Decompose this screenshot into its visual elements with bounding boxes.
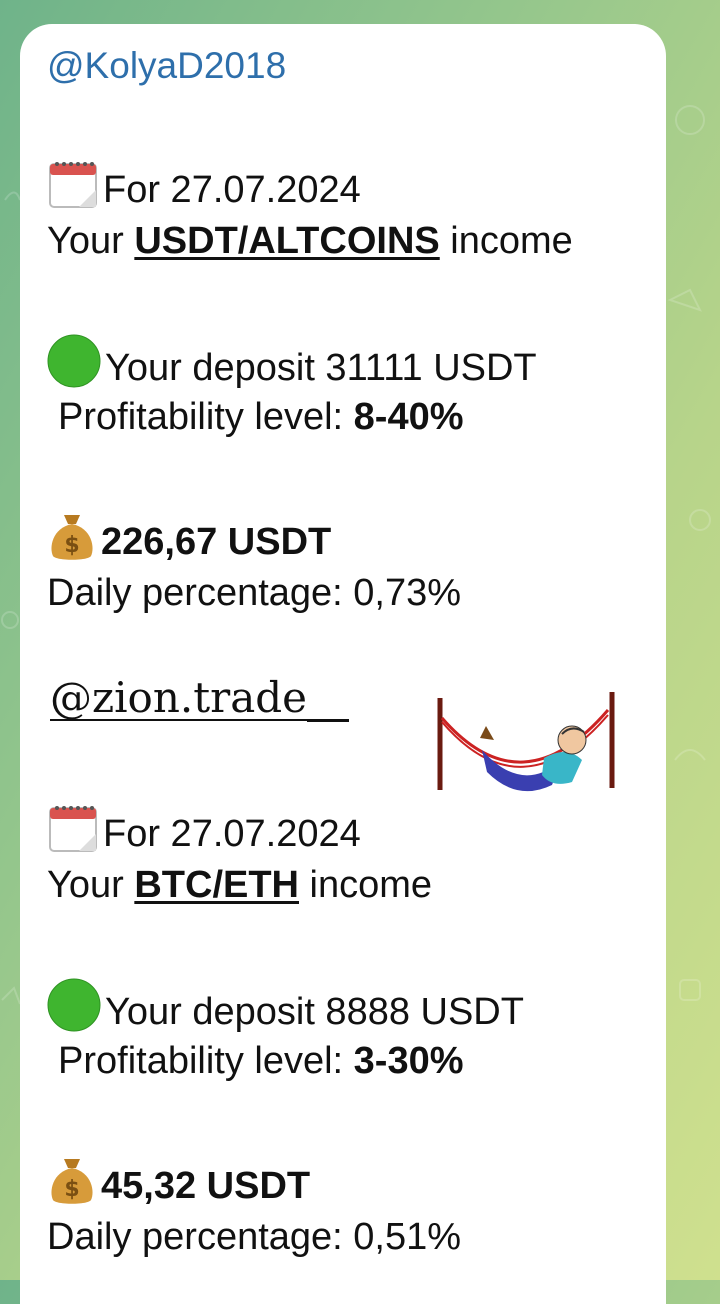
date-line-1: For 27.07.2024 xyxy=(47,158,361,213)
money-bag-icon: $ xyxy=(51,515,93,560)
calendar-icon xyxy=(49,806,97,852)
daily-line-1: Daily percentage: 0,73% xyxy=(47,572,462,614)
profit-line-2: Profitability level: 3-30% xyxy=(58,1038,464,1084)
deposit-text-1: Your deposit 31111 USDT xyxy=(105,347,537,389)
amount-text-1: 226,67 USDT xyxy=(101,521,332,563)
green-circle-icon xyxy=(47,334,101,388)
profit-value-1: 8-40% xyxy=(353,396,464,438)
daily-line-2: Daily percentage: 0,51% xyxy=(47,1216,462,1258)
message-bubble xyxy=(20,24,666,1304)
svg-text:$: $ xyxy=(64,1177,79,1202)
income-pair-1: USDT/ALTCOINS xyxy=(134,220,440,262)
deposit-text-2: Your deposit 8888 USDT xyxy=(105,991,524,1033)
income-prefix-2: Your xyxy=(47,864,135,906)
date-text-2: For 27.07.2024 xyxy=(103,813,361,855)
sender-name[interactable]: @KolyaD2018 xyxy=(47,44,286,88)
profit-value-2: 3-30% xyxy=(353,1040,464,1082)
income-line-1: Your USDT/ALTCOINS income xyxy=(47,218,573,264)
profit-label-2: Profitability level: xyxy=(58,1040,354,1082)
income-suffix-2: income xyxy=(299,864,433,906)
profit-label-1: Profitability level: xyxy=(58,396,354,438)
amount-text-2: 45,32 USDT xyxy=(101,1165,311,1207)
amount-line-1: $ 226,67 USDT xyxy=(47,510,331,565)
income-suffix-1: income xyxy=(439,220,573,262)
deposit-line-2: Your deposit 8888 USDT xyxy=(47,978,524,1035)
date-line-2: For 27.07.2024 xyxy=(47,802,361,857)
money-bag-icon: $ xyxy=(51,1159,93,1204)
watermark-text: @zion.trade__ xyxy=(50,673,349,722)
hammock-man-image xyxy=(437,692,615,792)
amount-line-2: $ 45,32 USDT xyxy=(47,1154,310,1209)
deposit-line-1: Your deposit 31111 USDT xyxy=(47,334,537,391)
svg-text:$: $ xyxy=(64,533,79,558)
income-line-2: Your BTC/ETH income xyxy=(47,862,432,908)
income-pair-2: BTC/ETH xyxy=(134,864,299,906)
income-prefix-1: Your xyxy=(47,220,135,262)
green-circle-icon xyxy=(47,978,101,1032)
date-text-1: For 27.07.2024 xyxy=(103,169,361,211)
calendar-icon xyxy=(49,162,97,208)
profit-line-1: Profitability level: 8-40% xyxy=(58,394,464,440)
